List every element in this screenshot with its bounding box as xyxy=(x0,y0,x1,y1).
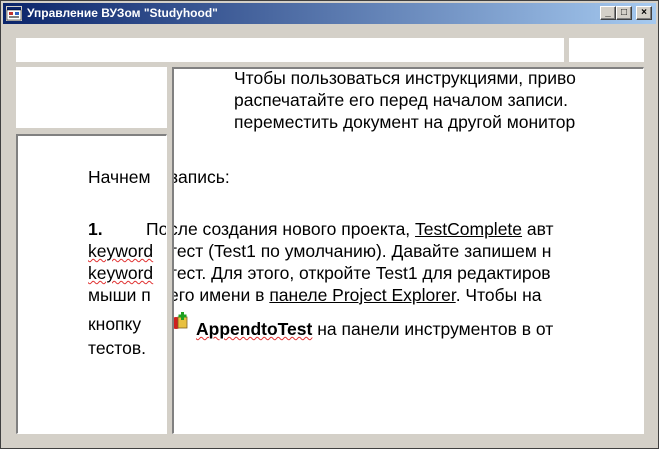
top-field-main[interactable] xyxy=(16,38,564,62)
doc-heading-left: Начнем xyxy=(88,167,151,187)
doc-line-4: его имени в панеле Project Explorer. Что… xyxy=(172,284,542,306)
doc-line-tests: тестов. xyxy=(88,338,147,358)
left-top-panel xyxy=(16,67,167,128)
doc-heading-right: запись: xyxy=(172,167,230,187)
step-text-start: По xyxy=(146,219,167,239)
doc-line-1: сле создания нового проекта, TestComplet… xyxy=(172,218,554,240)
minimize-button[interactable]: _ xyxy=(600,6,616,20)
doc-top-line-1: Чтобы пользоваться инструкциями, приво xyxy=(234,68,576,88)
append-to-test-label: AppendtoTest xyxy=(196,319,313,339)
doc-top-line-3: переместить документ на другой монитор xyxy=(234,112,576,132)
doc-line-1-c: авт xyxy=(522,219,554,239)
doc-line-4-a: его имени в xyxy=(172,285,270,305)
app-window-icon xyxy=(6,6,22,21)
doc-line-4-c: . Чтобы на xyxy=(455,285,542,305)
maximize-button[interactable]: □ xyxy=(616,6,632,20)
doc-line-keyword-2: keyword xyxy=(88,263,154,283)
left-document-panel: Начнем 1. По keyword keyword мыши п кноп… xyxy=(16,134,167,434)
doc-line-mouse: мыши п xyxy=(88,285,151,305)
app-window: Управление ВУЗом "Studyhood" _ □ × Начне… xyxy=(0,0,659,449)
doc-line-button: кнопку xyxy=(88,314,142,334)
doc-top-line-2: распечатайте его перед началом записи. xyxy=(234,90,569,110)
close-button[interactable]: × xyxy=(636,6,652,20)
doc-line-3: тест. Для этого, откройте Test1 для реда… xyxy=(172,263,551,283)
doc-line-5-b: на панели инструментов в от xyxy=(312,319,554,339)
top-field-side[interactable] xyxy=(569,38,644,62)
step-number: 1. xyxy=(88,219,103,239)
doc-line-2: тест (Test1 по умолчанию). Давайте запиш… xyxy=(172,241,552,261)
title-bar[interactable]: Управление ВУЗом "Studyhood" _ □ × xyxy=(3,3,656,24)
window-title: Управление ВУЗом "Studyhood" xyxy=(27,6,218,20)
testcomplete-link[interactable]: TestComplete xyxy=(415,219,522,239)
right-document-panel: Чтобы пользоваться инструкциями, приво р… xyxy=(172,67,644,434)
project-explorer-link[interactable]: панеле Project Explorer xyxy=(269,285,455,305)
doc-line-keyword-1: keyword xyxy=(88,241,154,261)
doc-line-5: AppendtoTest на панели инструментов в от xyxy=(196,318,553,340)
append-to-test-icon xyxy=(174,312,188,329)
doc-line-1-a: сле создания нового проекта, xyxy=(172,219,416,239)
